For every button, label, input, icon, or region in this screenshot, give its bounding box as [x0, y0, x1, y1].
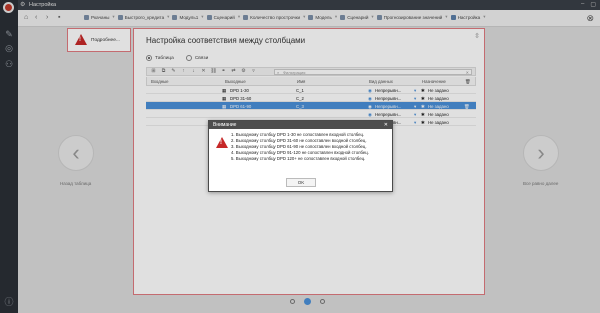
error-icon: [216, 137, 228, 148]
dialog-title: Внимание: [213, 122, 237, 128]
message-line: 5. Выходному столбцу DPD 120+ не сопоста…: [231, 156, 366, 161]
ok-button[interactable]: OK: [286, 178, 316, 187]
dialog-message: 1. Выходному столбцу DPD 1-30 не сопоста…: [231, 132, 369, 162]
warning-dialog: Внимание ✕ ! 1. Выходному столбцу DPD 1-…: [208, 120, 393, 192]
close-icon[interactable]: ✕: [384, 121, 388, 129]
dialog-header: Внимание ✕: [209, 121, 392, 129]
